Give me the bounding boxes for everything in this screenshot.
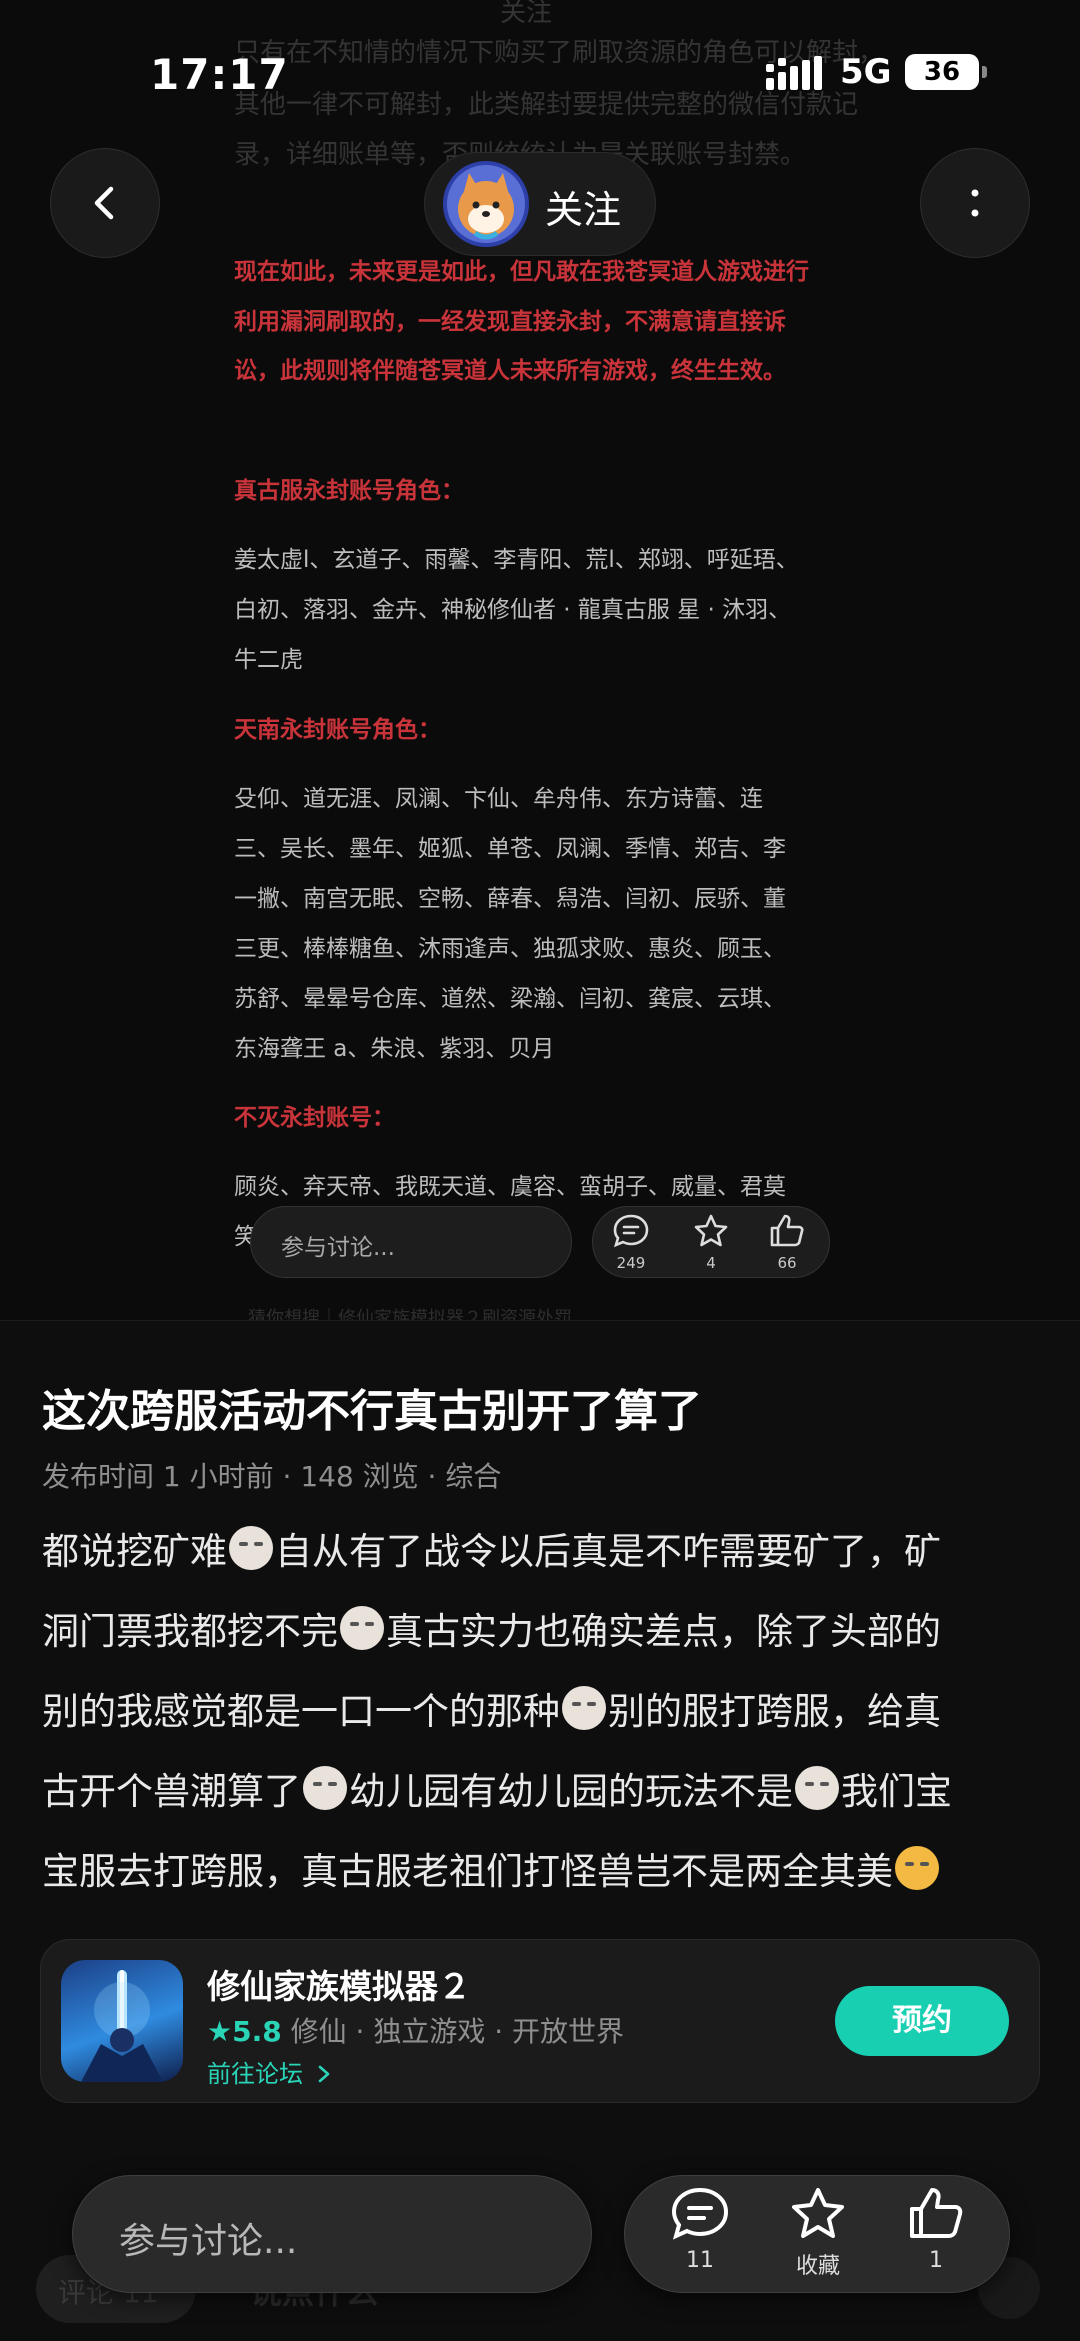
forum-link-label: 前往论坛 — [207, 2060, 303, 2088]
banned-names-line: 牛二虎 — [234, 647, 303, 673]
post-text: 幼儿园有幼儿园的玩法不是 — [349, 1770, 793, 1813]
comment-icon — [671, 2187, 729, 2240]
post-text: 洞门票我都挖不完 — [42, 1610, 338, 1653]
game-name: 修仙家族模拟器２ — [207, 1967, 471, 2006]
warning-text-line: 讼，此规则将伴随苍冥道人未来所有游戏，终生生效。 — [234, 358, 786, 384]
avatar[interactable] — [443, 161, 529, 247]
cat-emoji-icon — [303, 1766, 347, 1810]
post-body-line: 古开个兽潮算了 幼儿园有幼儿园的玩法不是 我们宝 — [42, 1761, 952, 1815]
banned-names-line: 苏舒、晕晕号仓库、道然、梁瀚、闫初、龚宸、云琪、 — [234, 986, 786, 1012]
status-time: 17:17 — [150, 50, 289, 99]
post-detail-sheet: 这次跨服活动不行真古别开了算了 发布时间 1 小时前 · 148 浏览 · 综合… — [0, 1320, 1080, 2341]
mini-like-count: 66 — [777, 1254, 797, 1272]
mini-favorite-button[interactable]: 4 — [689, 1213, 733, 1272]
forum-link[interactable]: 前往论坛 — [207, 2054, 333, 2089]
like-button[interactable]: 1 — [891, 2186, 981, 2273]
mini-comment-input[interactable]: 参与讨论... — [250, 1206, 572, 1278]
banned-names-line: 三、吴长、墨年、姬狐、单苍、凤澜、季情、郑吉、李 — [234, 836, 786, 862]
banned-names-line: 顾炎、弃天帝、我既天道、虞容、蛮胡子、威量、君莫 — [234, 1174, 786, 1200]
banned-names-line: 一撇、南宫无眠、空畅、薛春、舄浩、闫初、辰骄、董 — [234, 886, 786, 912]
back-button[interactable] — [50, 148, 160, 258]
more-vertical-icon — [971, 189, 979, 217]
post-body-line: 都说挖矿难 自从有了战令以后真是不咋需要矿了，矿 — [42, 1521, 941, 1575]
post-body-line: 别的我感觉都是一口一个的那种 别的服打跨服，给真 — [42, 1681, 941, 1735]
post-text: 宝服去打跨服，真古服老祖们打怪兽岂不是两全其美 — [42, 1850, 893, 1893]
mini-action-bar: 249 4 66 — [592, 1206, 830, 1278]
mini-favorite-count: 4 — [706, 1254, 716, 1272]
background-post-view: 关注 只有在不知情的情况下购买了刷取资源的角色可以解封， 其他一律不可解封，此类… — [0, 0, 1080, 1320]
post-body-line: 洞门票我都挖不完 真古实力也确实差点，除了头部的 — [42, 1601, 941, 1655]
banned-names-line: 白初、落羽、金卉、神秘修仙者 · 龍真古服 星 · 沐羽、 — [234, 597, 792, 623]
cat-emoji-icon — [229, 1526, 273, 1570]
bottom-action-bar: 评论 11 说点什么 参与讨论... 11 收藏 — [0, 2111, 1080, 2341]
post-text: 自从有了战令以后真是不咋需要矿了，矿 — [275, 1530, 941, 1573]
post-title: 这次跨服活动不行真古别开了算了 — [42, 1386, 702, 1437]
game-card[interactable]: 修仙家族模拟器２ ★5.8 修仙 · 独立游戏 · 开放世界 前往论坛 预约 — [40, 1939, 1040, 2103]
status-bar: 17:17 5G 36 — [0, 0, 1080, 150]
hug-emoji-icon — [895, 1846, 939, 1890]
comment-icon — [613, 1214, 649, 1248]
post-text: 真古实力也确实差点，除了头部的 — [386, 1610, 941, 1653]
more-options-button[interactable] — [920, 148, 1030, 258]
banned-names-line: 三更、棒棒糖鱼、沐雨逢声、独孤求败、惠炎、顾玉、 — [234, 936, 786, 962]
follow-label: 关注 — [545, 188, 622, 232]
chevron-left-icon — [94, 186, 114, 220]
game-tags: 修仙 · 独立游戏 · 开放世界 — [281, 2015, 625, 2048]
post-text: 我们宝 — [841, 1770, 952, 1813]
post-text: 别的服打跨服，给真 — [608, 1690, 941, 1733]
mini-comment-button[interactable]: 249 — [609, 1213, 653, 1272]
section-title: 天南永封账号角色： — [234, 717, 441, 743]
section-title: 不灭永封账号： — [234, 1105, 395, 1131]
banned-names-line: 东海聋王 a、朱浪、紫羽、贝月 — [234, 1036, 555, 1062]
warning-text-line: 利用漏洞刷取的，一经发现直接永封，不满意请直接诉 — [234, 309, 786, 335]
cat-emoji-icon — [795, 1766, 839, 1810]
action-pill: 11 收藏 1 — [624, 2175, 1010, 2293]
shiba-avatar-icon — [458, 173, 514, 240]
favorite-button[interactable]: 收藏 — [773, 2186, 863, 2280]
signal-icon — [766, 56, 822, 90]
banned-names-line: 姜太虚l、玄道子、雨馨、李青阳、荒l、郑翊、呼延珸、 — [234, 547, 799, 573]
star-icon — [694, 1214, 728, 1247]
mini-like-button[interactable]: 66 — [765, 1213, 809, 1272]
post-text: 都说挖矿难 — [42, 1530, 227, 1573]
cat-emoji-icon — [562, 1686, 606, 1730]
thumbs-up-icon — [770, 1214, 804, 1247]
follow-pill[interactable]: 关注 — [424, 152, 656, 256]
rating-star-icon: ★ — [207, 2015, 233, 2048]
banned-names-line: 殳仰、道无涯、凤澜、卞仙、牟舟伟、东方诗蕾、连 — [234, 786, 763, 812]
star-icon — [792, 2188, 844, 2238]
warning-text-line: 现在如此，未来更是如此，但凡敢在我苍冥道人游戏进行 — [234, 259, 809, 285]
post-body-line: 宝服去打跨服，真古服老祖们打怪兽岂不是两全其美 — [42, 1841, 941, 1895]
comment-button[interactable]: 11 — [655, 2186, 745, 2273]
network-type: 5G — [840, 52, 892, 92]
thumbs-up-icon — [910, 2188, 963, 2238]
search-suggestion-hint: 猜你想搜｜修仙家族模拟器２刷资源处罚 — [248, 1308, 572, 1320]
mini-comment-count: 249 — [616, 1254, 646, 1272]
like-count: 1 — [929, 2248, 943, 2273]
game-app-icon[interactable] — [61, 1960, 183, 2082]
battery-icon: 36 — [905, 54, 987, 90]
favorite-label: 收藏 — [795, 2254, 840, 2279]
comment-count: 11 — [686, 2248, 714, 2273]
post-text: 古开个兽潮算了 — [42, 1770, 301, 1813]
post-text: 别的我感觉都是一口一个的那种 — [42, 1690, 560, 1733]
post-meta: 发布时间 1 小时前 · 148 浏览 · 综合 — [42, 1460, 502, 1493]
section-title: 真古服永封账号角色： — [234, 478, 464, 504]
game-score: 5.8 — [232, 2015, 282, 2048]
cat-emoji-icon — [340, 1606, 384, 1650]
sword-hero-icon — [81, 1970, 163, 2082]
game-rating-tags: ★5.8 修仙 · 独立游戏 · 开放世界 — [207, 2010, 624, 2050]
comment-input[interactable]: 参与讨论... — [72, 2175, 592, 2293]
reserve-button[interactable]: 预约 — [835, 1986, 1009, 2056]
chevron-right-icon — [318, 2065, 329, 2083]
